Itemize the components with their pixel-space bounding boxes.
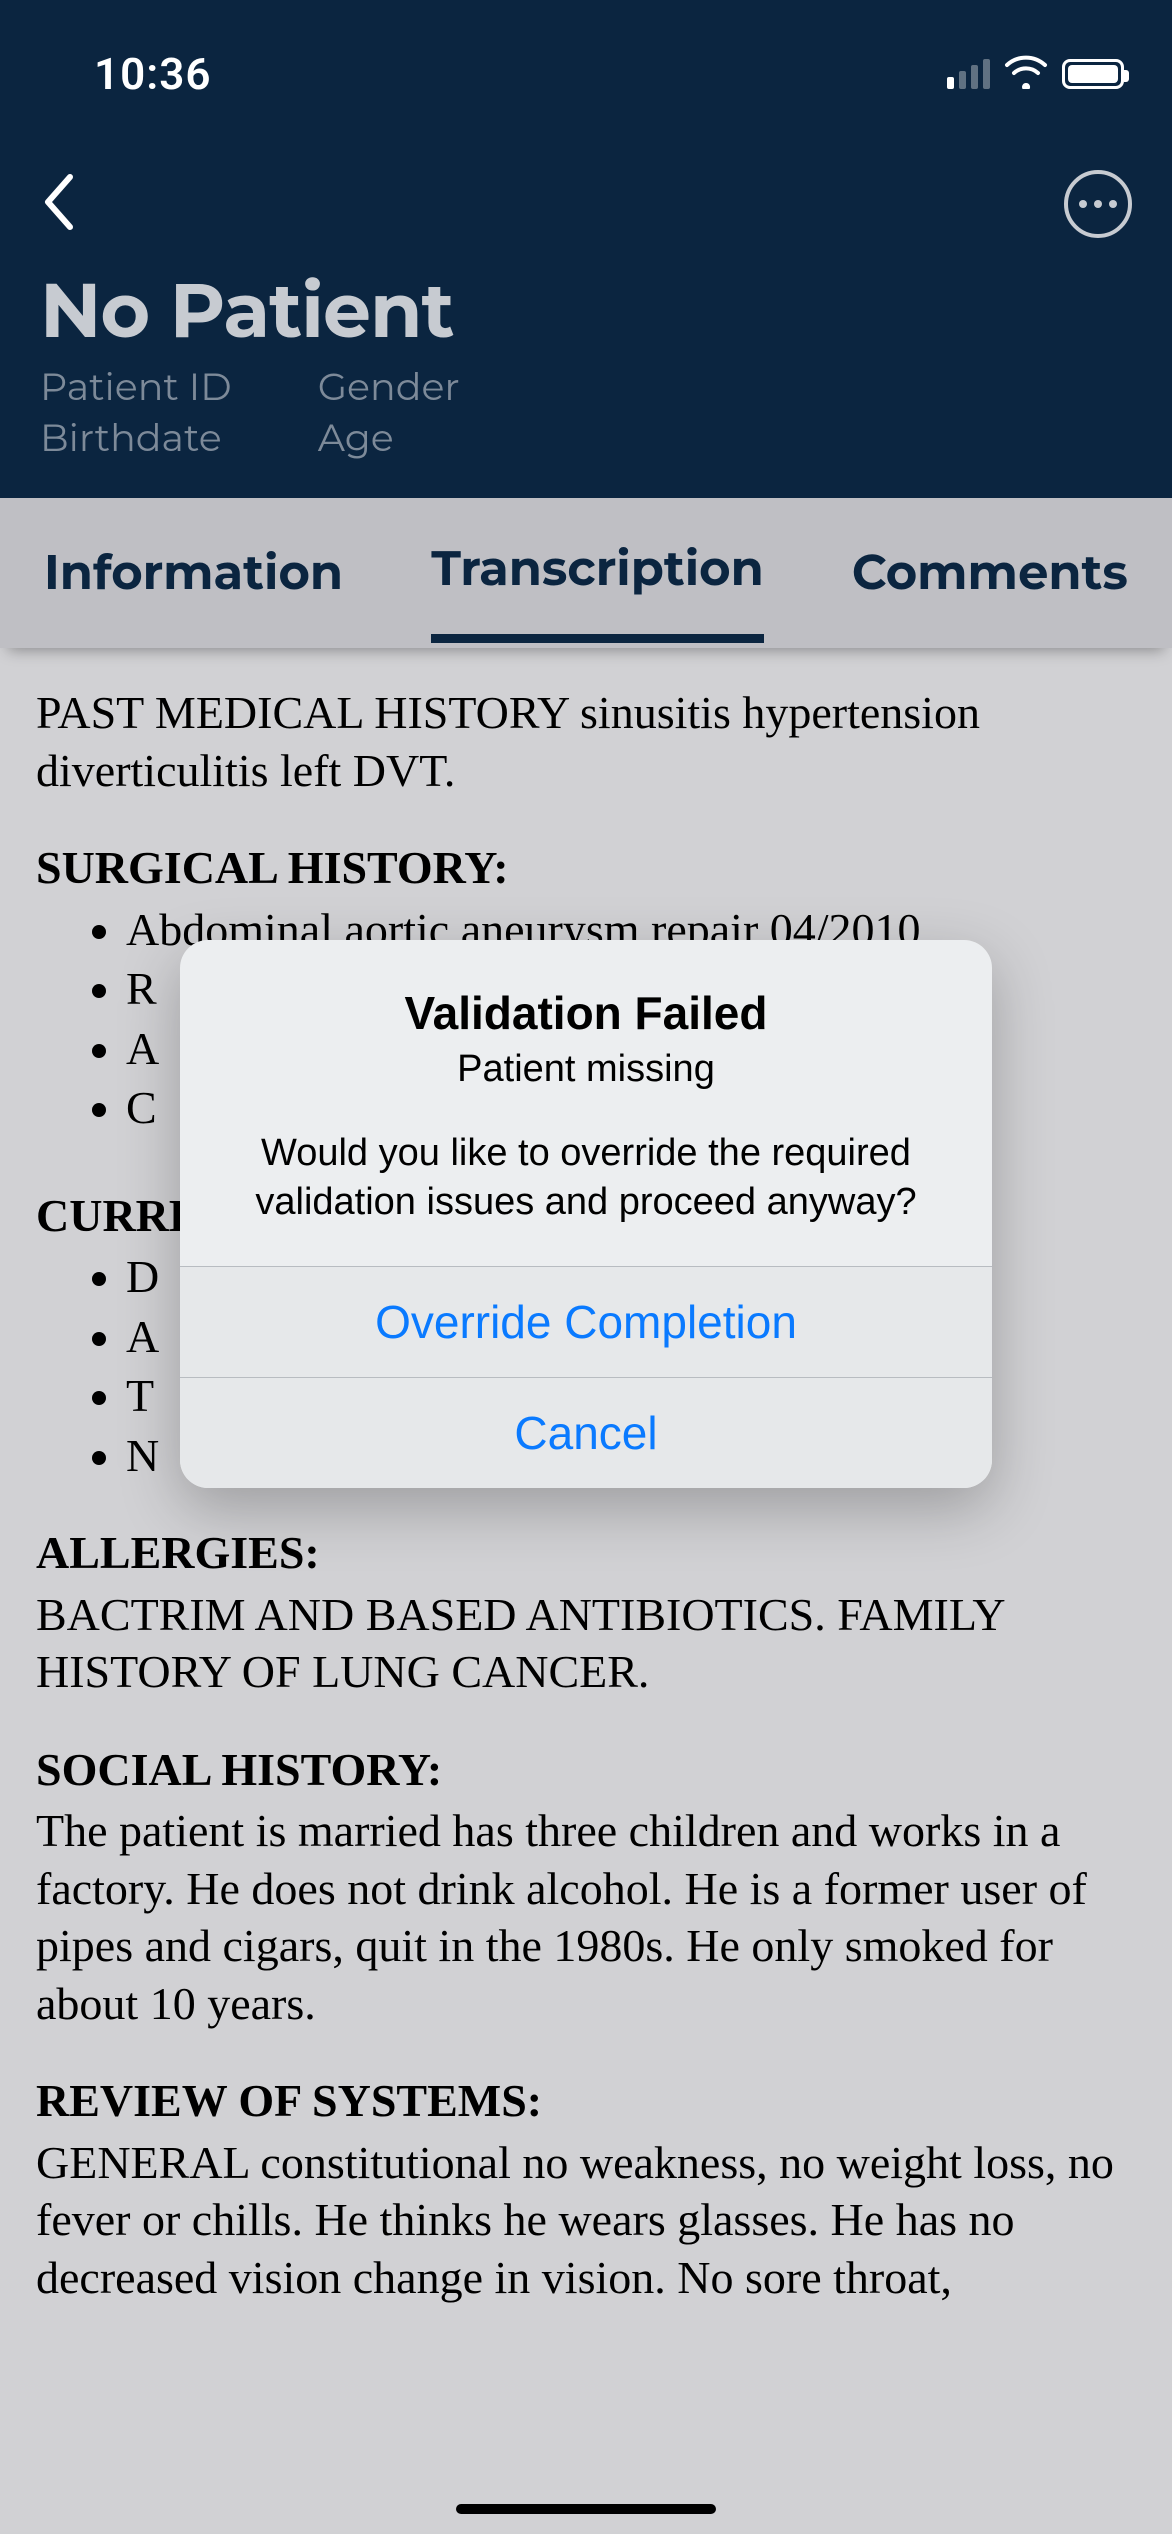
validation-dialog: Validation Failed Patient missing Would … [180,940,992,1488]
dialog-message: Would you like to override the required … [220,1129,952,1226]
cancel-button[interactable]: Cancel [180,1377,992,1488]
home-indicator[interactable] [456,2504,716,2514]
override-completion-button[interactable]: Override Completion [180,1266,992,1377]
dialog-subtitle: Patient missing [220,1048,952,1091]
dialog-title: Validation Failed [220,986,952,1040]
